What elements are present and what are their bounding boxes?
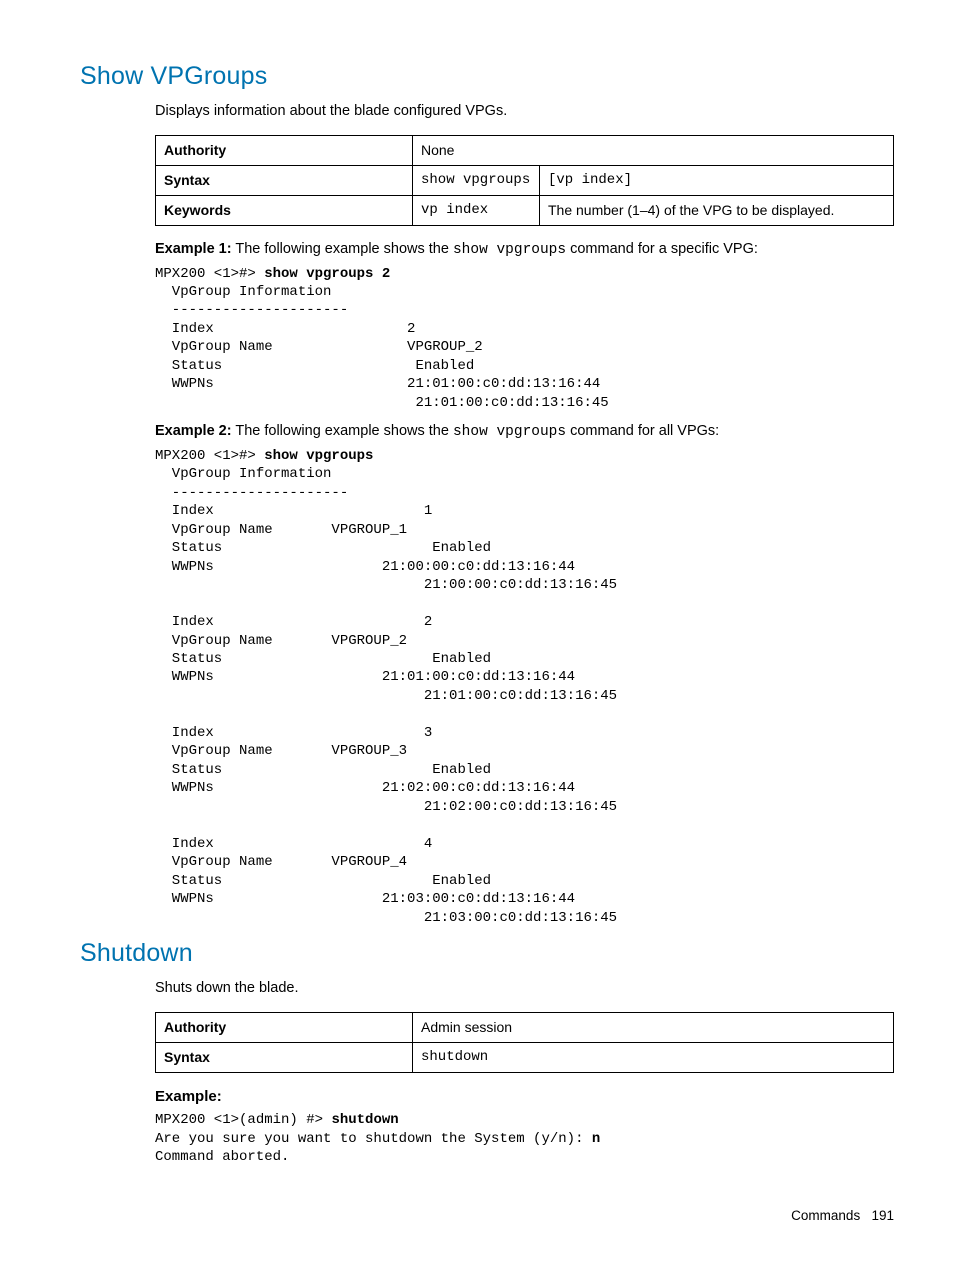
example1-prompt-cmd: show vpgroups 2 bbox=[264, 266, 390, 282]
example2-text-a: The following example shows the bbox=[232, 423, 453, 439]
table-row: Authority None bbox=[156, 136, 894, 166]
example1-code: MPX200 <1>#> show vpgroups 2 VpGroup Inf… bbox=[155, 265, 894, 413]
example2-prompt-cmd: show vpgroups bbox=[264, 448, 373, 464]
example2-text-b: command for all VPGs: bbox=[566, 423, 719, 439]
example2-label: Example 2: bbox=[155, 423, 232, 439]
example1-label: Example 1: bbox=[155, 241, 232, 257]
shutdown-table: Authority Admin session Syntax shutdown bbox=[155, 1012, 894, 1073]
authority-value: None bbox=[413, 136, 894, 166]
section-title-shutdown: Shutdown bbox=[80, 937, 894, 971]
example1-prompt: MPX200 <1>#> bbox=[155, 266, 264, 282]
keywords-keyword: vp index bbox=[413, 196, 540, 226]
table-row: Authority Admin session bbox=[156, 1013, 894, 1043]
table-row: Syntax show vpgroups [vp index] bbox=[156, 166, 894, 196]
footer-page-number: 191 bbox=[871, 1208, 894, 1223]
example1-intro: Example 1: The following example shows t… bbox=[155, 240, 894, 261]
syntax-label: Syntax bbox=[156, 166, 413, 196]
example2-prompt: MPX200 <1>#> bbox=[155, 448, 264, 464]
example2-body: VpGroup Information --------------------… bbox=[155, 466, 617, 925]
table-row: Syntax shutdown bbox=[156, 1043, 894, 1073]
example1-text-b: command for a specific VPG: bbox=[566, 241, 758, 257]
shutdown-example-cmd: shutdown bbox=[331, 1112, 398, 1128]
show-vpgroups-table: Authority None Syntax show vpgroups [vp … bbox=[155, 135, 894, 226]
shutdown-description: Shuts down the blade. bbox=[155, 979, 894, 999]
shutdown-example-prompt: MPX200 <1>(admin) #> bbox=[155, 1112, 331, 1128]
keywords-description: The number (1–4) of the VPG to be displa… bbox=[540, 196, 894, 226]
syntax-label: Syntax bbox=[156, 1043, 413, 1073]
example2-code: MPX200 <1>#> show vpgroups VpGroup Infor… bbox=[155, 447, 894, 927]
keywords-label: Keywords bbox=[156, 196, 413, 226]
example-heading: Example: bbox=[155, 1087, 894, 1107]
shutdown-example-line3: Command aborted. bbox=[155, 1149, 289, 1165]
example2-inline-cmd: show vpgroups bbox=[453, 424, 566, 440]
syntax-argument: [vp index] bbox=[540, 166, 894, 196]
footer-label: Commands bbox=[791, 1208, 860, 1223]
syntax-command: show vpgroups bbox=[413, 166, 540, 196]
example2-intro: Example 2: The following example shows t… bbox=[155, 422, 894, 443]
section-title-show-vpgroups: Show VPGroups bbox=[80, 60, 894, 94]
table-row: Keywords vp index The number (1–4) of th… bbox=[156, 196, 894, 226]
shutdown-example-input: n bbox=[592, 1131, 600, 1147]
show-vpgroups-description: Displays information about the blade con… bbox=[155, 102, 894, 122]
authority-value: Admin session bbox=[413, 1013, 894, 1043]
syntax-command: shutdown bbox=[413, 1043, 894, 1073]
example1-text-a: The following example shows the bbox=[232, 241, 453, 257]
page-footer: Commands 191 bbox=[80, 1207, 894, 1225]
authority-label: Authority bbox=[156, 136, 413, 166]
authority-label: Authority bbox=[156, 1013, 413, 1043]
shutdown-example-code: MPX200 <1>(admin) #> shutdown Are you su… bbox=[155, 1111, 894, 1166]
example1-body: VpGroup Information --------------------… bbox=[155, 284, 609, 411]
example1-inline-cmd: show vpgroups bbox=[453, 242, 566, 258]
shutdown-example-line2a: Are you sure you want to shutdown the Sy… bbox=[155, 1131, 592, 1147]
